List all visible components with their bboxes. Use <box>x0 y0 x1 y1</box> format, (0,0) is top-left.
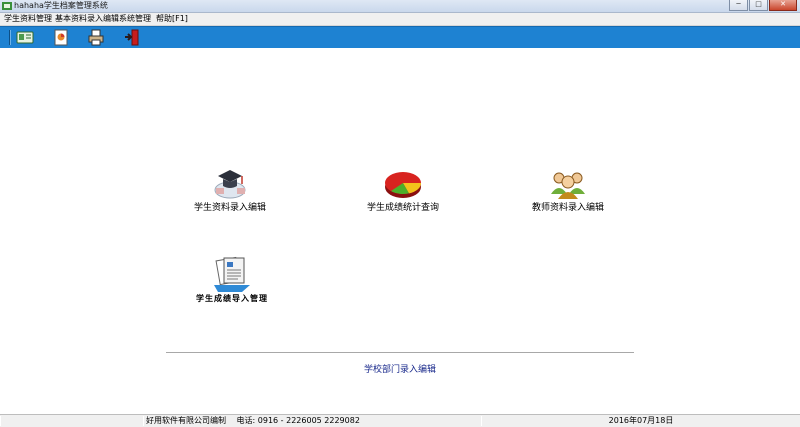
maximize-button[interactable]: □ <box>749 0 768 11</box>
status-cell-info: 好用软件有限公司编制 电话: 0916 - 2226005 2229082 <box>143 416 482 426</box>
app-icon <box>2 2 12 10</box>
close-button[interactable]: ✕ <box>769 0 797 11</box>
toolbar-separator <box>9 30 11 45</box>
toolbar <box>0 26 800 49</box>
pie-chart-icon <box>385 172 422 198</box>
menu-bar: 学生资料管理 基本资料录入编辑 系统管理 帮助[F1] <box>0 13 800 26</box>
feature-score-import[interactable]: 学生成绩导入管理 <box>182 255 282 304</box>
feature-label: 学生成绩统计查询 <box>366 203 439 213</box>
feature-score-statistics[interactable]: 学生成绩统计查询 <box>353 168 453 213</box>
status-phone: 电话: 0916 - 2226005 2229082 <box>236 416 360 425</box>
main-panel: 学生资料录入编辑 学生成绩统计查询 教师资料录入编辑 学生成绩导入管理 学校部门… <box>0 48 800 413</box>
menu-system-management[interactable]: 系统管理 <box>119 13 151 25</box>
teachers-group-icon <box>551 172 585 199</box>
report-document-icon <box>214 256 250 292</box>
card-icon[interactable] <box>16 29 34 46</box>
window-controls: ─ □ ✕ <box>729 0 797 11</box>
minimize-button[interactable]: ─ <box>729 0 748 11</box>
status-date: 2016年07月18日 <box>481 416 800 426</box>
exit-door-icon[interactable] <box>123 29 141 46</box>
section-divider <box>166 352 634 353</box>
feature-label: 学生成绩导入管理 <box>196 294 268 303</box>
feature-label: 学生资料录入编辑 <box>193 203 266 213</box>
title-bar: hahaha学生档案管理系统 ─ □ ✕ <box>0 0 800 13</box>
feature-student-data-entry[interactable]: 学生资料录入编辑 <box>180 166 280 213</box>
menu-basic-data-entry[interactable]: 基本资料录入编辑 <box>55 13 119 25</box>
graduation-cap-icon <box>214 170 246 199</box>
menu-help[interactable]: 帮助[F1] <box>156 13 188 25</box>
status-company: 好用软件有限公司编制 <box>146 416 226 425</box>
window-title: hahaha学生档案管理系统 <box>14 1 108 10</box>
feature-label: 教师资料录入编辑 <box>531 203 604 213</box>
status-bar: 好用软件有限公司编制 电话: 0916 - 2226005 2229082 20… <box>0 414 800 427</box>
department-entry-link[interactable]: 学校部门录入编辑 <box>330 362 470 375</box>
printer-icon[interactable] <box>87 29 105 46</box>
status-cell-empty <box>0 416 144 426</box>
feature-teacher-data-entry[interactable]: 教师资料录入编辑 <box>518 168 618 213</box>
document-icon[interactable] <box>52 29 70 46</box>
menu-student-data[interactable]: 学生资料管理 <box>4 13 52 25</box>
